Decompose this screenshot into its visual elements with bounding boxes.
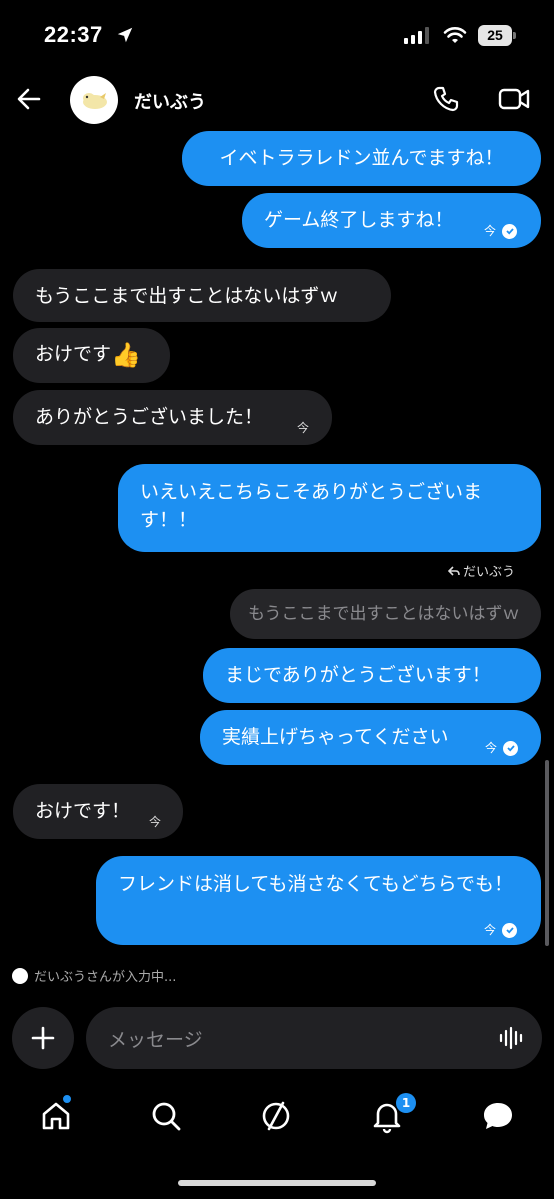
message-text: イベトララレドン並んでますね！ <box>219 147 504 169</box>
search-icon[interactable] <box>148 1098 184 1134</box>
read-check-icon <box>502 922 518 938</box>
battery-icon: 25 <box>478 25 516 46</box>
incoming-message[interactable]: ありがとうございました！ 今 <box>13 390 332 445</box>
battery-level: 25 <box>478 25 512 46</box>
message-time: 今 <box>149 815 162 829</box>
message-input[interactable]: メッセージ <box>86 1007 542 1069</box>
plus-icon <box>31 1026 55 1050</box>
read-check-icon <box>503 740 519 756</box>
outgoing-message[interactable]: 実績上げちゃってください 今 <box>200 710 541 765</box>
video-call-icon[interactable] <box>497 84 531 114</box>
message-text: 実績上げちゃってください <box>222 726 449 748</box>
outgoing-message[interactable]: まじでありがとうございます！ <box>203 648 541 703</box>
typing-avatar <box>12 967 28 984</box>
reply-to-name: だいぶう <box>463 565 516 580</box>
scrollbar[interactable] <box>545 760 549 946</box>
reply-arrow-icon <box>448 565 460 576</box>
home-notification-dot <box>62 1094 72 1104</box>
outgoing-message[interactable]: ゲーム終了しますね！ 今 <box>242 193 541 248</box>
phone-icon[interactable] <box>431 84 461 114</box>
message-text: もうここまで出すことはないはずｗ <box>35 285 339 307</box>
message-time: 今 <box>485 741 498 755</box>
add-attachment-button[interactable] <box>12 1007 74 1069</box>
message-text: おけです <box>35 343 112 365</box>
incoming-message[interactable]: おけです！ 今 <box>13 784 183 839</box>
reply-indicator: だいぶう <box>448 561 515 580</box>
typing-text: だいぶうさんが入力中... <box>34 970 177 985</box>
incoming-message[interactable]: おけです👍 <box>13 328 170 383</box>
contact-name[interactable]: だいぶう <box>134 88 206 114</box>
location-arrow-icon <box>117 27 133 43</box>
status-bar: 22:37 25 <box>0 0 554 72</box>
chat-header: だいぶう <box>0 72 554 128</box>
incoming-message[interactable]: もうここまで出すことはないはずｗ <box>13 269 391 322</box>
avatar-image <box>83 93 107 109</box>
read-check-icon <box>502 223 518 239</box>
cellular-signal-icon <box>404 27 429 44</box>
back-arrow-icon[interactable] <box>14 84 44 114</box>
messages-icon[interactable] <box>480 1098 516 1134</box>
status-time: 22:37 <box>44 22 103 47</box>
message-text: おけです！ <box>35 800 131 822</box>
notifications-badge: 1 <box>396 1093 416 1113</box>
message-text: ゲーム終了しますね！ <box>264 209 454 231</box>
thumbs-up-emoji: 👍 <box>111 340 141 369</box>
message-text: いえいえこちらこそありがとうございます！！ <box>140 481 483 531</box>
voice-waveform-icon[interactable] <box>498 1025 524 1051</box>
home-indicator <box>178 1180 376 1186</box>
message-text: フレンドは消しても消さなくてもどちらでも！ <box>118 873 514 895</box>
avatar[interactable] <box>70 76 118 124</box>
outgoing-message[interactable]: イベトララレドン並んでますね！ <box>182 131 541 186</box>
message-text: まじでありがとうございます！ <box>225 664 491 686</box>
message-time: 今 <box>484 224 497 238</box>
message-input-placeholder: メッセージ <box>108 1029 203 1051</box>
message-time: 今 <box>297 421 310 435</box>
quoted-message[interactable]: もうここまで出すことはないはずｗ <box>230 589 541 639</box>
quoted-text: もうここまで出すことはないはずｗ <box>248 604 520 624</box>
wifi-icon <box>443 27 467 43</box>
outgoing-message[interactable]: いえいえこちらこそありがとうございます！！ <box>118 464 541 552</box>
explore-icon[interactable] <box>258 1098 294 1134</box>
outgoing-message[interactable]: フレンドは消しても消さなくてもどちらでも！ 今 <box>96 856 541 945</box>
typing-indicator: だいぶうさんが入力中... <box>12 966 176 985</box>
message-time: 今 <box>484 923 497 937</box>
bottom-tab-bar: 1 <box>0 1088 554 1148</box>
message-text: ありがとうございました！ <box>35 406 264 428</box>
